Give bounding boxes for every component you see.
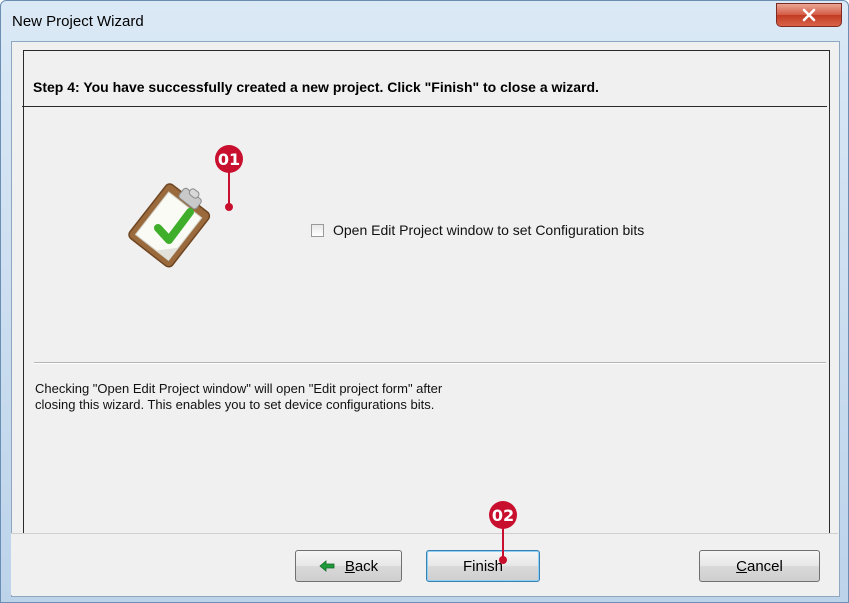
- button-bar: Back Finish Cancel: [11, 533, 838, 595]
- window-title: New Project Wizard: [12, 13, 144, 30]
- callout-02-leader: [502, 528, 504, 559]
- open-edit-project-option[interactable]: Open Edit Project window to set Configur…: [311, 222, 644, 238]
- callout-01-badge: 01: [215, 145, 243, 173]
- info-note-line-1: Checking "Open Edit Project window" will…: [35, 381, 443, 396]
- callout-01-leader: [228, 172, 230, 206]
- back-label: ack: [354, 557, 379, 575]
- dialog-client-area: [11, 41, 840, 597]
- open-edit-project-checkbox[interactable]: [311, 223, 324, 237]
- info-note-line-2: closing this wizard. This enables you to…: [35, 397, 435, 412]
- section-separator: [34, 362, 826, 364]
- callout-01-dot: [225, 203, 233, 211]
- back-button[interactable]: Back: [295, 550, 402, 582]
- wizard-panel: [23, 50, 830, 534]
- arrow-left-icon: [319, 560, 335, 572]
- finish-button[interactable]: Finish: [426, 550, 540, 582]
- header-divider: [22, 106, 827, 107]
- title-bar[interactable]: New Project Wizard: [1, 1, 848, 41]
- cancel-mnemonic: C: [736, 557, 747, 575]
- close-button[interactable]: [776, 3, 842, 27]
- callout-02-dot: [499, 556, 507, 564]
- clipboard-check-icon: [128, 183, 211, 268]
- close-icon: [802, 8, 816, 22]
- back-mnemonic: B: [344, 557, 355, 575]
- callout-02-badge: 02: [489, 501, 517, 529]
- step-header: Step 4: You have successfully created a …: [33, 79, 599, 95]
- finish-label: Finish: [462, 557, 503, 575]
- cancel-label: ancel: [746, 557, 783, 575]
- open-edit-project-label[interactable]: Open Edit Project window to set Configur…: [333, 222, 644, 238]
- cancel-button[interactable]: Cancel: [699, 550, 820, 582]
- info-note: Checking "Open Edit Project window" will…: [35, 381, 595, 413]
